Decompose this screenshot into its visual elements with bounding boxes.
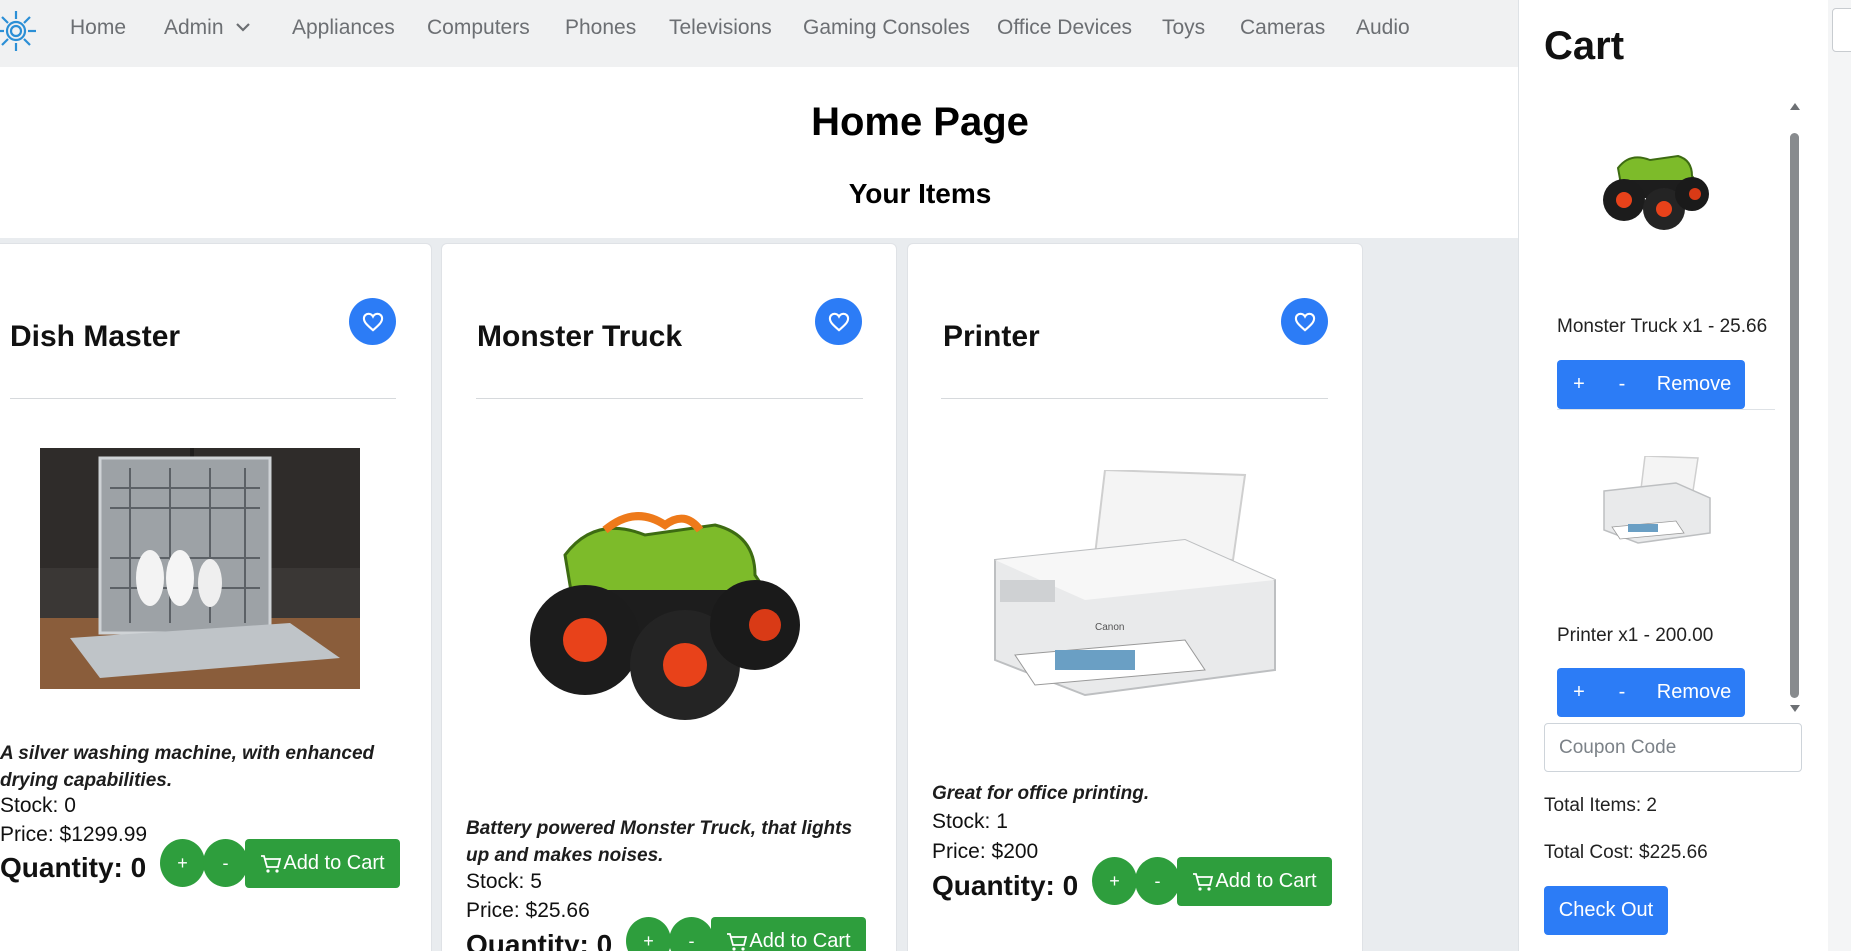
nav-computers[interactable]: Computers <box>427 16 530 40</box>
cart-title: Cart <box>1544 24 1625 68</box>
add-to-cart-label: Add to Cart <box>283 852 385 874</box>
add-to-cart-button[interactable]: Add to Cart <box>711 917 866 951</box>
quantity-decrement-button[interactable]: - <box>1135 857 1180 905</box>
cart-total-items: Total Items: 2 <box>1544 795 1657 816</box>
nav-audio[interactable]: Audio <box>1356 16 1410 40</box>
nav-phones[interactable]: Phones <box>565 16 636 40</box>
nav-office-devices[interactable]: Office Devices <box>997 16 1132 40</box>
favorite-button[interactable] <box>349 298 396 345</box>
card-divider <box>941 398 1328 399</box>
product-stock: Stock: 1 <box>932 810 1008 833</box>
product-quantity: Quantity: 0 <box>932 870 1079 901</box>
quantity-increment-button[interactable]: + <box>160 839 205 887</box>
scroll-down-arrow-icon[interactable] <box>1789 704 1801 713</box>
cart-item-increment-button[interactable]: + <box>1557 360 1601 409</box>
chevron-down-icon <box>235 23 250 32</box>
scroll-up-arrow-icon[interactable] <box>1789 102 1801 111</box>
product-quantity: Quantity: 0 <box>466 929 613 951</box>
nav-gaming-consoles[interactable]: Gaming Consoles <box>803 16 970 40</box>
cart-item-label: Monster Truck x1 - 25.66 <box>1557 316 1768 337</box>
product-description: Great for office printing. <box>932 783 1150 804</box>
cart-total-cost: Total Cost: $225.66 <box>1544 842 1708 863</box>
cart-item-image-monster-truck <box>1603 154 1709 230</box>
nav-cameras[interactable]: Cameras <box>1240 16 1325 40</box>
nav-home[interactable]: Home <box>70 16 126 40</box>
brand-logo-icon[interactable] <box>0 7 40 55</box>
product-title: Monster Truck <box>477 320 683 353</box>
card-divider <box>476 398 863 399</box>
add-to-cart-label: Add to Cart <box>1215 870 1317 892</box>
product-price: Price: $1299.99 <box>0 823 148 846</box>
card-divider <box>10 398 396 399</box>
product-image-printer: Canon <box>994 470 1276 697</box>
add-to-cart-label: Add to Cart <box>749 930 851 951</box>
product-description: Battery powered Monster Truck, that ligh… <box>466 818 853 866</box>
cart-item-increment-button[interactable]: + <box>1557 668 1601 717</box>
cart-scrollbar-thumb[interactable] <box>1790 133 1799 698</box>
nav-admin-dropdown[interactable]: Admin <box>164 16 250 40</box>
product-image-dishwasher <box>40 448 360 689</box>
product-price: Price: $25.66 <box>466 899 590 922</box>
nav-toys[interactable]: Toys <box>1162 16 1205 40</box>
favorite-button[interactable] <box>815 298 862 345</box>
heart-icon <box>362 312 383 332</box>
product-price: Price: $200 <box>932 840 1039 863</box>
product-stock: Stock: 5 <box>466 870 542 893</box>
quantity-decrement-button[interactable]: - <box>203 839 248 887</box>
cart-item-remove-button[interactable]: Remove <box>1643 668 1745 717</box>
cart-item-divider <box>1557 409 1775 410</box>
checkout-button[interactable]: Check Out <box>1544 886 1668 935</box>
quantity-increment-button[interactable]: + <box>1092 857 1137 905</box>
nav-appliances[interactable]: Appliances <box>292 16 395 40</box>
svg-text:Canon: Canon <box>1095 622 1124 633</box>
product-title: Dish Master <box>10 320 181 353</box>
product-description: A silver washing machine, with enhanced … <box>0 743 375 791</box>
favorite-button[interactable] <box>1281 298 1328 345</box>
cart-item-remove-button[interactable]: Remove <box>1643 360 1745 409</box>
page-edge <box>1828 0 1851 951</box>
cart-item-label: Printer x1 - 200.00 <box>1557 625 1714 646</box>
nav-admin-label: Admin <box>164 16 224 39</box>
cart-item-decrement-button[interactable]: - <box>1601 360 1643 409</box>
cart-item-decrement-button[interactable]: - <box>1601 668 1643 717</box>
heart-icon <box>1294 312 1315 332</box>
search-input-edge[interactable] <box>1832 8 1851 52</box>
cart-icon <box>1193 872 1214 891</box>
coupon-code-input[interactable] <box>1544 723 1802 772</box>
heart-icon <box>828 312 849 332</box>
page-header <box>0 67 1518 238</box>
product-image-monster-truck <box>530 512 800 720</box>
product-stock: Stock: 0 <box>0 794 76 817</box>
cart-icon <box>727 932 748 951</box>
product-quantity: Quantity: 0 <box>0 852 147 883</box>
cart-item-image-printer <box>1603 456 1711 544</box>
cart-icon <box>261 854 282 873</box>
product-title: Printer <box>943 320 1040 353</box>
nav-televisions[interactable]: Televisions <box>669 16 772 40</box>
add-to-cart-button[interactable]: Add to Cart <box>245 839 400 888</box>
add-to-cart-button[interactable]: Add to Cart <box>1177 857 1332 906</box>
